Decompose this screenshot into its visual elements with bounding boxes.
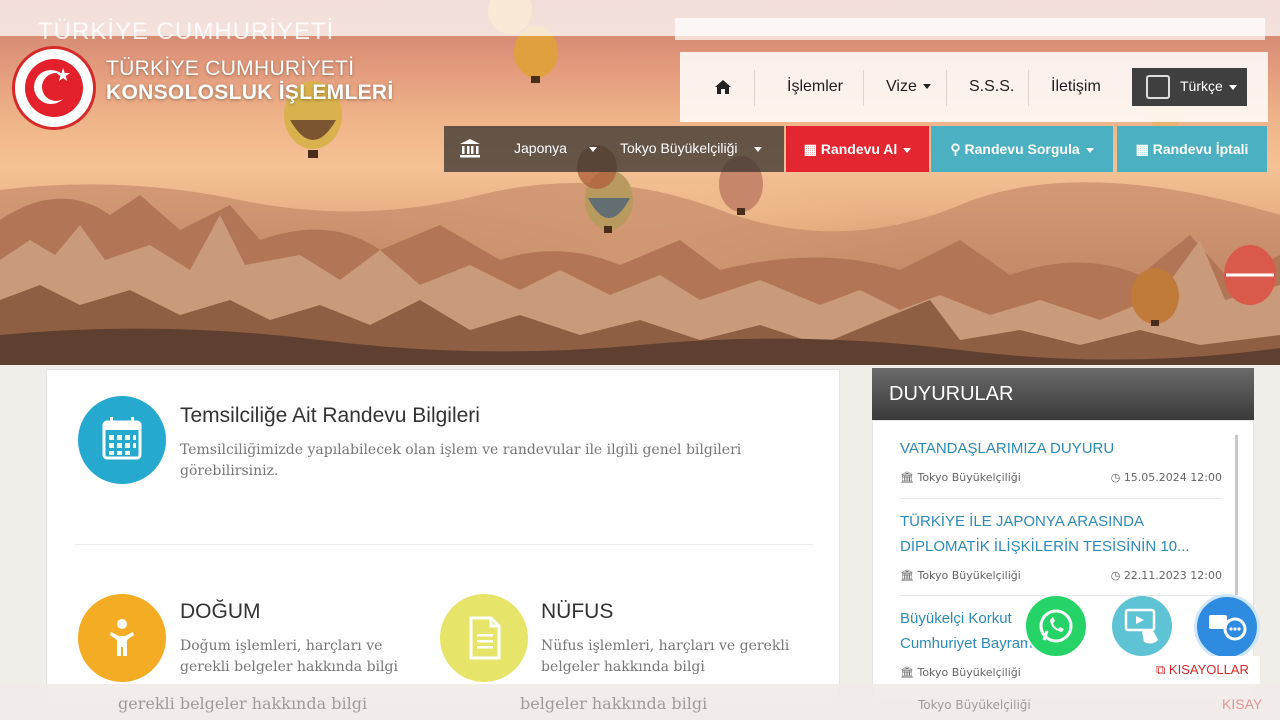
building-columns-icon: 🏛 (900, 666, 918, 679)
chevron-down-icon (588, 146, 597, 152)
blurred-text: belgeler hakkında bilgi (520, 694, 708, 713)
randevu-sorgula-label: Randevu Sorgula (964, 141, 1080, 157)
nav-islemler[interactable]: İşlemler (787, 52, 843, 122)
language-label: Türkçe (1180, 78, 1223, 94)
home-link[interactable] (714, 52, 731, 122)
randevu-al-label: Randevu Al (820, 141, 898, 157)
chat-support-icon (1209, 615, 1247, 641)
announcement-meta: 🏛 Tokyo Büyükelçiliği ◷ 22.11.2023 12:00 (900, 569, 1222, 582)
randevu-al-button[interactable]: ▦ Randevu Al (786, 126, 929, 172)
hero-ghost-title: TÜRKİYE CUMHURİYETİ (38, 18, 335, 45)
clock-icon: ◷ (1110, 471, 1124, 484)
mission-select[interactable]: Tokyo Büyükelçiliği (620, 140, 762, 156)
announcements-header: DUYURULAR (872, 368, 1254, 420)
randevu-iptali-label: Randevu İptali (1152, 141, 1249, 157)
dogum-icon-circle[interactable] (78, 594, 166, 682)
nav-sss[interactable]: S.S.S. (969, 52, 1014, 122)
announcement-title[interactable]: VATANDAŞLARIMIZA DUYURU (900, 436, 1200, 461)
chevron-down-icon (753, 146, 762, 152)
hero-ghost-nav (675, 18, 1265, 40)
announcement-date: 15.05.2024 12:00 (1123, 471, 1222, 484)
announcement-title-part: Büyükelçi Korkut (900, 610, 1012, 627)
calendar-icon: ▦ (803, 141, 821, 157)
chevron-down-icon (1085, 147, 1094, 153)
whatsapp-icon (1039, 609, 1073, 643)
intro-title: Temsilciliğe Ait Randevu Bilgileri (180, 404, 480, 427)
dogum-title[interactable]: DOĞUM (180, 600, 261, 624)
intro-icon-circle (78, 396, 166, 484)
top-navigation: İşlemler Vize S.S.S. İletişim Türkçe (680, 52, 1268, 122)
country-label: Japonya (514, 140, 567, 156)
nav-vize-label: Vize (886, 78, 917, 95)
sign-language-icon (1124, 608, 1158, 644)
nufus-title[interactable]: NÜFUS (541, 600, 613, 624)
announcement-source: Tokyo Büyükelçiliği (917, 666, 1021, 679)
child-icon (110, 619, 134, 656)
chevron-down-icon (922, 84, 931, 90)
announcement-meta: 🏛 Tokyo Büyükelçiliği ◷ 15.05.2024 12:00 (900, 471, 1222, 484)
randevu-sorgula-button[interactable]: ⚲ Randevu Sorgula (931, 126, 1113, 172)
section-divider (75, 544, 813, 545)
blurred-text: Tokyo Büyükelçiliği (918, 698, 1031, 712)
building-columns-icon: 🏛 (900, 569, 918, 582)
calendar-check-icon: ▦ (1135, 141, 1153, 157)
translate-globe-icon (1146, 75, 1170, 99)
blurred-text: KISAY (1222, 696, 1263, 712)
main-content-card: Temsilciliğe Ait Randevu Bilgileri Temsi… (46, 369, 840, 699)
announcement-source: Tokyo Büyükelçiliği (917, 471, 1021, 484)
external-link-icon: ⧉ (1156, 662, 1169, 677)
home-icon (715, 80, 731, 94)
chat-support-button[interactable] (1194, 594, 1260, 660)
announcement-title[interactable]: TÜRKİYE İLE JAPONYA ARASINDA DİPLOMATİK … (900, 509, 1200, 559)
nufus-icon-circle[interactable] (440, 594, 528, 682)
nav-vize[interactable]: Vize (886, 52, 931, 122)
calendar-icon (102, 417, 142, 460)
mission-selector-bar: Japonya Tokyo Büyükelçiliği (444, 126, 784, 172)
chevron-down-icon (903, 147, 912, 153)
announcement-title[interactable]: Büyükelçi Korkut Cumhuriyet Bayram (900, 606, 1140, 656)
blurred-footer-strip: gerekli belgeler hakkında bilgi belgeler… (0, 684, 1280, 720)
announcement-title-part: Cumhuriyet Bayram (900, 635, 1033, 652)
announcement-source: Tokyo Büyükelçiliği (917, 569, 1021, 582)
randevu-iptali-button[interactable]: ▦ Randevu İptali (1117, 126, 1267, 172)
whatsapp-button[interactable] (1024, 594, 1088, 658)
turkish-emblem-logo[interactable]: ★ (12, 46, 96, 130)
document-icon (469, 616, 501, 660)
chevron-down-icon (1228, 84, 1237, 90)
announcement-date: 22.11.2023 12:00 (1123, 569, 1222, 582)
blurred-text: gerekli belgeler hakkında bilgi (118, 694, 368, 713)
clock-icon: ◷ (1110, 569, 1124, 582)
intro-text: Temsilciliğimizde yapılabilecek olan işl… (180, 442, 742, 479)
nav-iletisim[interactable]: İletişim (1051, 52, 1101, 122)
brand-line-2[interactable]: KONSOLOSLUK İŞLEMLERİ (106, 81, 393, 105)
hero-banner: TÜRKİYE CUMHURİYETİ ★ TÜRKİYE CUMHURİYET… (0, 0, 1280, 365)
brand-line-1[interactable]: TÜRKİYE CUMHURİYETİ (106, 57, 354, 81)
shortcuts-label: KISAYOLLAR (1168, 662, 1249, 677)
shortcuts-button[interactable]: ⧉ KISAYOLLAR (1146, 656, 1260, 684)
sign-language-button[interactable] (1112, 596, 1172, 656)
search-icon: ⚲ (950, 141, 965, 157)
announcements-scrollbar[interactable] (1235, 435, 1238, 595)
dogum-text: Doğum işlemleri, harçları ve gerekli bel… (180, 638, 398, 675)
mission-label: Tokyo Büyükelçiliği (620, 140, 738, 156)
language-select[interactable]: Türkçe (1132, 68, 1247, 106)
building-columns-icon (460, 139, 480, 158)
building-columns-icon: 🏛 (900, 471, 918, 484)
nufus-text: Nüfus işlemleri, harçları ve gerekli bel… (541, 638, 790, 675)
crescent-star-icon (25, 59, 83, 117)
country-select[interactable]: Japonya (514, 140, 597, 156)
